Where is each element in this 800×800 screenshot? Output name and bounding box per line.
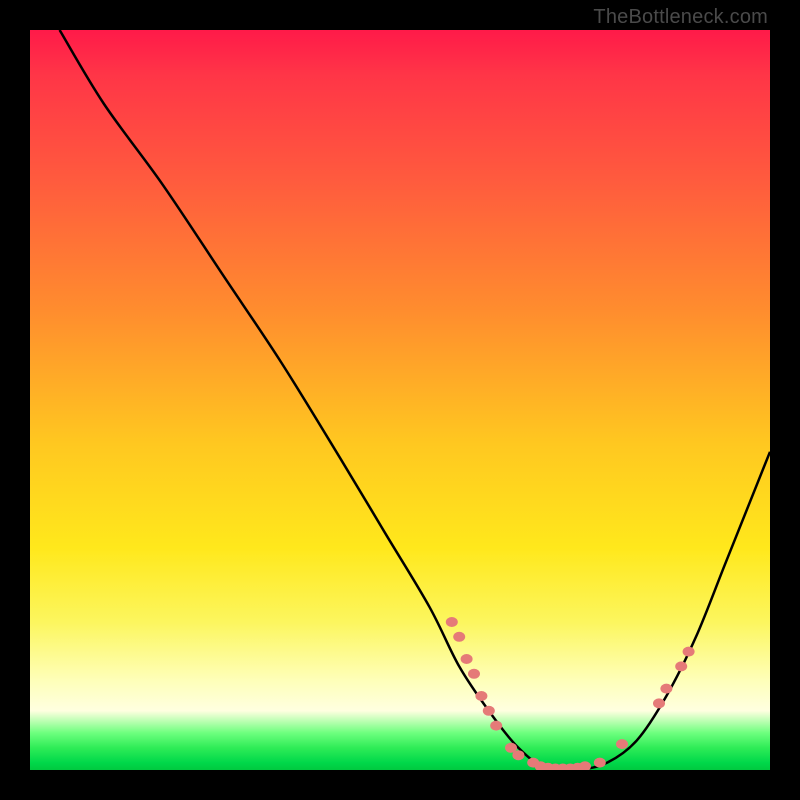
plot-area (30, 30, 770, 770)
chart-frame (30, 30, 770, 770)
watermark-text: TheBottleneck.com (593, 6, 768, 29)
gradient-background (30, 30, 770, 770)
